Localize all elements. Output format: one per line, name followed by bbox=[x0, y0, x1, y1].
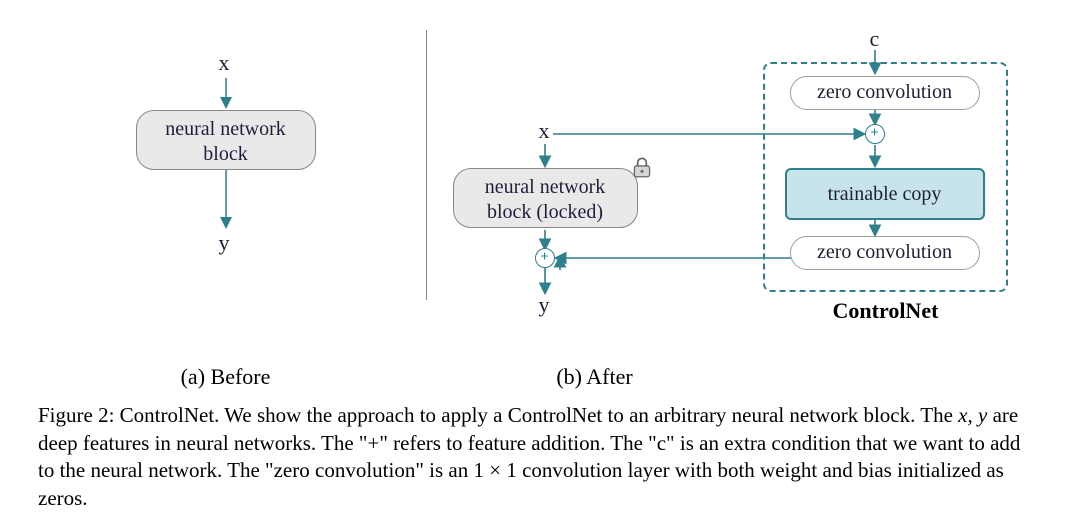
caption-s1: We show the approach to apply a ControlN… bbox=[224, 403, 958, 427]
lock-icon bbox=[629, 154, 655, 180]
box-zero-conv-top: zero convolution bbox=[790, 76, 980, 110]
controlnet-label: ControlNet bbox=[833, 298, 939, 324]
box-trainable-copy: trainable copy bbox=[785, 168, 985, 220]
label-c: c bbox=[870, 26, 880, 52]
panel-before: x neural network block y (a) Before bbox=[36, 20, 416, 390]
caption-b: (b) After bbox=[445, 364, 745, 390]
panel-after: c x y zero convolution + trainable copy … bbox=[445, 20, 1045, 390]
box-neural-network-block: neural network block bbox=[136, 110, 316, 170]
box-zero-conv-bottom: zero convolution bbox=[790, 236, 980, 270]
caption-xy: x, y bbox=[958, 403, 987, 427]
caption-a: (a) Before bbox=[36, 364, 416, 390]
box-neural-network-block-locked: neural network block (locked) bbox=[453, 168, 638, 228]
label-y: y bbox=[219, 230, 230, 256]
figure-wrap: x neural network block y (a) Before bbox=[0, 0, 1080, 521]
plus-node-bottom: + bbox=[535, 248, 555, 268]
divider-line bbox=[426, 30, 427, 300]
diagram-row: x neural network block y (a) Before bbox=[28, 20, 1052, 400]
figure-caption: Figure 2: ControlNet. We show the approa… bbox=[28, 402, 1052, 513]
label-y-b: y bbox=[539, 292, 550, 318]
label-x-b: x bbox=[539, 118, 550, 144]
figure-label: Figure 2: ControlNet. bbox=[38, 403, 219, 427]
plus-node-top: + bbox=[865, 124, 885, 144]
caption-1x1: 1 × 1 bbox=[473, 458, 516, 482]
label-x: x bbox=[219, 50, 230, 76]
